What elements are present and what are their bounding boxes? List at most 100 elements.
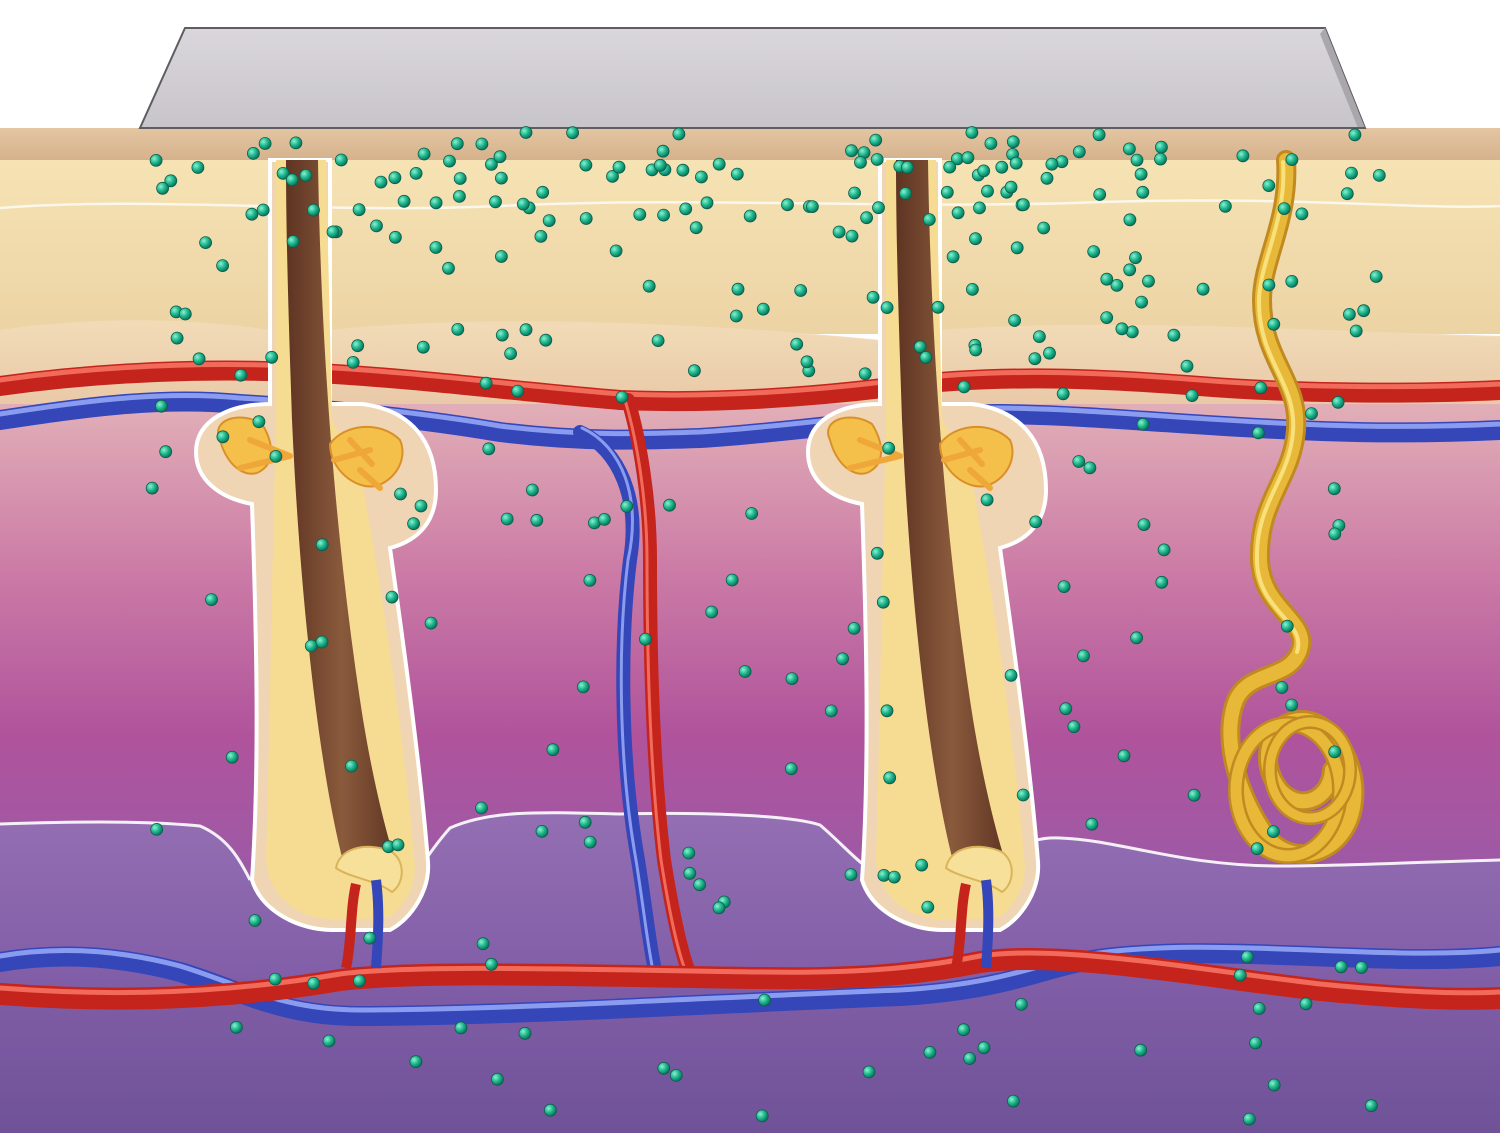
drug-particle (1067, 720, 1081, 734)
drug-particle (216, 430, 230, 444)
drug-particle (285, 173, 299, 187)
drug-particle (1115, 322, 1129, 336)
drug-particle (731, 282, 745, 296)
drug-particle (256, 203, 270, 217)
drug-particle (1087, 245, 1101, 259)
drug-particle (289, 136, 303, 150)
drug-particle (1117, 749, 1131, 763)
drug-particle (199, 236, 213, 250)
drug-particle (519, 126, 533, 139)
drug-particle (268, 972, 282, 986)
drug-particle (1006, 135, 1020, 149)
drug-particle (482, 442, 496, 456)
drug-particle (1196, 282, 1210, 296)
drug-particle (192, 352, 206, 366)
drug-particle (919, 350, 933, 364)
drug-particle (326, 225, 340, 239)
drug-particle (1249, 1036, 1262, 1050)
drug-particle (429, 241, 443, 254)
drug-particle (682, 846, 696, 860)
drug-particle (880, 301, 894, 315)
drug-particle (1219, 199, 1232, 213)
drug-particle (725, 573, 739, 587)
drug-particle (1345, 166, 1358, 180)
drug-particle (1262, 278, 1276, 292)
drug-particle (1334, 960, 1348, 974)
drug-particle (539, 333, 553, 347)
drug-particle (745, 507, 759, 520)
drug-particle (729, 309, 743, 323)
drug-particle (1155, 140, 1168, 154)
drug-particle (1004, 669, 1018, 682)
drug-particle (1328, 745, 1342, 759)
drug-particle (205, 593, 218, 606)
drug-particle (583, 835, 597, 849)
drug-particle (1305, 407, 1318, 421)
drug-particle (1057, 580, 1071, 593)
drug-particle (578, 815, 592, 829)
drug-particle (901, 160, 914, 174)
drug-particle (1327, 482, 1341, 496)
drug-particle (1136, 185, 1150, 199)
drug-particle (899, 187, 912, 200)
papilla-vein-left (371, 879, 384, 969)
drug-particle (374, 175, 388, 189)
drug-particle (981, 184, 994, 198)
drug-particle (1155, 575, 1169, 589)
drug-particle (385, 590, 399, 604)
drug-particle (1134, 167, 1148, 181)
drug-particle (1123, 213, 1137, 227)
drug-particle (145, 481, 159, 495)
drug-particle (1016, 788, 1030, 802)
drug-particle (969, 232, 982, 246)
drug-particle (1154, 152, 1167, 166)
drug-particle (683, 866, 697, 880)
drug-particle (1100, 272, 1114, 286)
drug-particle (1250, 842, 1264, 856)
drug-particle (1037, 221, 1051, 235)
drug-particle (969, 343, 983, 357)
drug-particle (475, 137, 489, 151)
drug-particle (860, 211, 873, 225)
drug-particle (963, 1052, 977, 1065)
drug-particle (1092, 128, 1106, 142)
drug-particle (1040, 171, 1054, 185)
drug-particle (1275, 681, 1289, 694)
drug-particle (712, 901, 726, 915)
drug-particle (693, 878, 706, 892)
drug-particle (1252, 426, 1265, 440)
drug-particle (1295, 207, 1309, 221)
drug-particle (800, 355, 814, 369)
drug-particle (454, 1021, 468, 1035)
drug-particle (755, 1109, 769, 1123)
drug-particle (407, 517, 421, 531)
drug-particle (756, 302, 770, 316)
drug-particle (443, 154, 456, 168)
drug-particle (657, 1061, 671, 1075)
drug-particle (977, 164, 991, 178)
drug-particle (409, 166, 423, 180)
drug-particle (961, 151, 975, 165)
drug-particle (1357, 304, 1371, 318)
drug-particle (479, 376, 493, 390)
drug-particle (1130, 153, 1144, 167)
drug-particle (490, 1072, 504, 1086)
drug-particle (705, 605, 719, 619)
drug-particle (1072, 145, 1086, 159)
drug-particle (609, 244, 623, 258)
drug-particle (534, 229, 548, 243)
drug-particle (854, 155, 867, 169)
drug-particle (882, 441, 896, 455)
drug-particle (1093, 188, 1107, 201)
drug-particle (245, 207, 259, 221)
drug-particle (1004, 180, 1018, 194)
drug-particle (1369, 270, 1383, 283)
drug-particle (346, 355, 360, 369)
drug-particle (700, 196, 714, 210)
drug-particle (429, 196, 443, 210)
drug-particle (1262, 179, 1276, 193)
drug-particle (872, 201, 885, 215)
drug-particle (1233, 968, 1247, 982)
drug-particle (1100, 311, 1114, 325)
drug-particle (785, 672, 799, 685)
